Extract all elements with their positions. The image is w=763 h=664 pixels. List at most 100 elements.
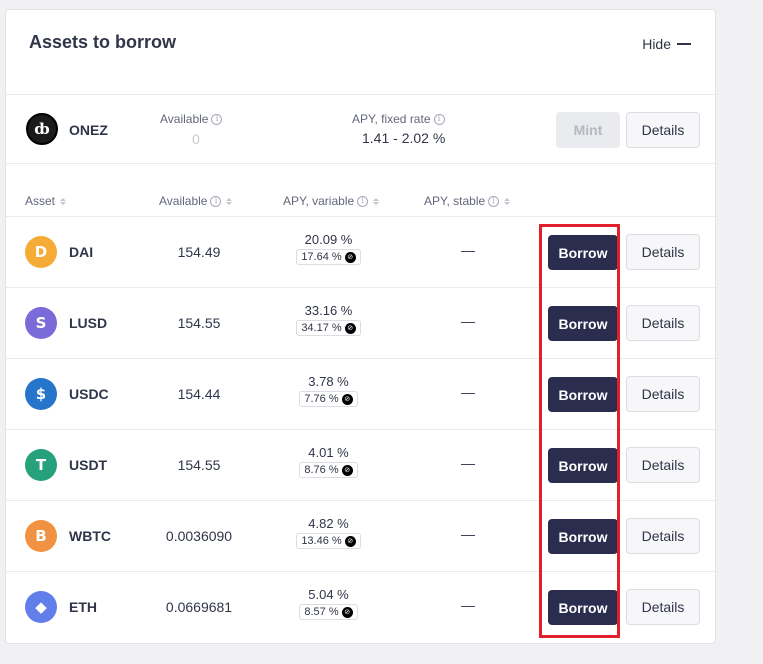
column-asset-label: Asset — [25, 194, 56, 208]
incentive-token-icon: ⊘ — [341, 464, 353, 476]
hide-toggle[interactable]: Hide — [642, 36, 691, 52]
onez-logo-glyph: ȸ — [34, 120, 50, 138]
apy-incentive-badge[interactable]: 34.17 % ⊘ — [296, 320, 361, 336]
coin-glyph: ◆ — [35, 598, 47, 616]
apy-variable-cell: 33.16 % 34.17 % ⊘ — [276, 303, 381, 336]
table-row: $ USDC 154.44 3.78 % 7.76 % ⊘ — Borrow Details — [6, 359, 715, 430]
column-header-apy-stable[interactable]: APY, stable i — [424, 194, 511, 208]
info-icon[interactable]: i — [210, 195, 222, 207]
apy-variable-value: 20.09 % — [304, 232, 353, 247]
apy-variable-value: 3.78 % — [308, 374, 349, 389]
info-icon[interactable]: i — [433, 113, 445, 125]
apy-incentive-badge[interactable]: 8.57 % ⊘ — [299, 604, 358, 620]
onez-symbol: ONEZ — [69, 122, 108, 138]
table-row: ◆ ETH 0.0669681 5.04 % 8.57 % ⊘ — Borrow Details — [6, 572, 715, 643]
asset-available: 0.0669681 — [165, 599, 233, 615]
asset-symbol: USDC — [69, 386, 109, 402]
onez-apy-text: APY, fixed rate — [352, 112, 431, 126]
apy-stable-value: — — [461, 526, 475, 542]
apy-badge-value: 34.17 % — [301, 322, 342, 334]
coin-glyph: $ — [35, 385, 47, 403]
details-button[interactable]: Details — [626, 447, 700, 483]
coin-glyph: B — [35, 527, 47, 545]
apy-variable-value: 33.16 % — [304, 303, 353, 318]
table-row: B WBTC 0.0036090 4.82 % 13.46 % ⊘ — Borrow Detai… — [6, 501, 715, 572]
apy-variable-value: 5.04 % — [308, 587, 349, 602]
incentive-token-icon: ⊘ — [344, 322, 356, 334]
column-header-available[interactable]: Available i — [159, 194, 233, 208]
apy-incentive-badge[interactable]: 17.64 % ⊘ — [296, 249, 361, 265]
details-button[interactable]: Details — [626, 589, 700, 625]
apy-badge-value: 13.46 % — [301, 535, 342, 547]
info-icon[interactable]: i — [211, 113, 223, 125]
apy-stable-value: — — [461, 242, 475, 258]
onez-logo-icon: ȸ — [26, 113, 58, 145]
apy-variable-cell: 3.78 % 7.76 % ⊘ — [276, 374, 381, 407]
apy-variable-value: 4.01 % — [308, 445, 349, 460]
asset-symbol: WBTC — [69, 528, 111, 544]
asset-symbol: LUSD — [69, 315, 108, 331]
column-available-label: Available — [159, 194, 208, 208]
apy-variable-cell: 4.01 % 8.76 % ⊘ — [276, 445, 381, 478]
incentive-token-icon: ⊘ — [344, 535, 356, 547]
coin-glyph: D — [34, 243, 48, 261]
column-header-apy-variable[interactable]: APY, variable i — [283, 194, 380, 208]
borrow-button[interactable]: Borrow — [548, 448, 618, 483]
mint-button[interactable]: Mint — [556, 112, 620, 148]
asset-symbol: USDT — [69, 457, 108, 473]
table-row: D DAI 154.49 20.09 % 17.64 % ⊘ — Borrow Details — [6, 217, 715, 288]
apy-stable-value: — — [461, 384, 475, 400]
apy-badge-value: 8.76 % — [304, 464, 339, 476]
apy-variable-cell: 4.82 % 13.46 % ⊘ — [276, 516, 381, 549]
details-button[interactable]: Details — [626, 305, 700, 341]
borrow-button[interactable]: Borrow — [548, 235, 618, 270]
usdc-coin-icon: $ — [25, 378, 57, 410]
details-button[interactable]: Details — [626, 376, 700, 412]
lusd-coin-icon: S — [25, 307, 57, 339]
info-icon[interactable]: i — [488, 195, 500, 207]
apy-stable-value: — — [461, 313, 475, 329]
onez-apy-value: 1.41 - 2.02 % — [362, 130, 446, 146]
borrow-button[interactable]: Borrow — [548, 377, 618, 412]
column-header-asset[interactable]: Asset — [25, 194, 67, 208]
apy-badge-value: 8.57 % — [304, 606, 339, 618]
apy-variable-cell: 20.09 % 17.64 % ⊘ — [276, 232, 381, 265]
assets-to-borrow-panel: Assets to borrow Hide ȸ ONEZ Available i… — [5, 9, 716, 644]
apy-variable-value: 4.82 % — [308, 516, 349, 531]
apy-badge-value: 7.76 % — [304, 393, 339, 405]
asset-symbol: DAI — [69, 244, 94, 260]
asset-available: 154.44 — [177, 386, 221, 402]
dai-coin-icon: D — [25, 236, 57, 268]
column-apy-stable-label: APY, stable — [424, 194, 486, 208]
incentive-token-icon: ⊘ — [344, 251, 356, 263]
apy-variable-cell: 5.04 % 8.57 % ⊘ — [276, 587, 381, 620]
onez-details-button[interactable]: Details — [626, 112, 700, 148]
coin-glyph: S — [35, 314, 47, 332]
sort-icon — [373, 197, 380, 205]
borrow-button[interactable]: Borrow — [548, 519, 618, 554]
asset-available: 154.49 — [177, 244, 221, 260]
apy-incentive-badge[interactable]: 7.76 % ⊘ — [299, 391, 358, 407]
sort-icon — [60, 197, 67, 205]
borrow-button[interactable]: Borrow — [548, 306, 618, 341]
onez-apy-label: APY, fixed rate i — [352, 112, 445, 126]
details-button[interactable]: Details — [626, 234, 700, 270]
apy-incentive-badge[interactable]: 8.76 % ⊘ — [299, 462, 358, 478]
apy-incentive-badge[interactable]: 13.46 % ⊘ — [296, 533, 361, 549]
panel-title: Assets to borrow — [29, 32, 177, 52]
coin-glyph: T — [35, 456, 47, 474]
asset-available: 154.55 — [177, 315, 221, 331]
table-row: S LUSD 154.55 33.16 % 34.17 % ⊘ — Borrow Details — [6, 288, 715, 359]
borrow-button[interactable]: Borrow — [548, 590, 618, 625]
onez-available-text: Available — [160, 112, 209, 126]
table-row: T USDT 154.55 4.01 % 8.76 % ⊘ — Borrow Details — [6, 430, 715, 501]
asset-symbol: ETH — [69, 599, 97, 615]
sort-icon — [226, 197, 233, 205]
onez-available-value: 0 — [192, 131, 200, 147]
incentive-token-icon: ⊘ — [341, 393, 353, 405]
details-button[interactable]: Details — [626, 518, 700, 554]
info-icon[interactable]: i — [357, 195, 369, 207]
usdt-coin-icon: T — [25, 449, 57, 481]
asset-available: 0.0036090 — [165, 528, 233, 544]
panel-header: Assets to borrow Hide — [6, 10, 715, 94]
